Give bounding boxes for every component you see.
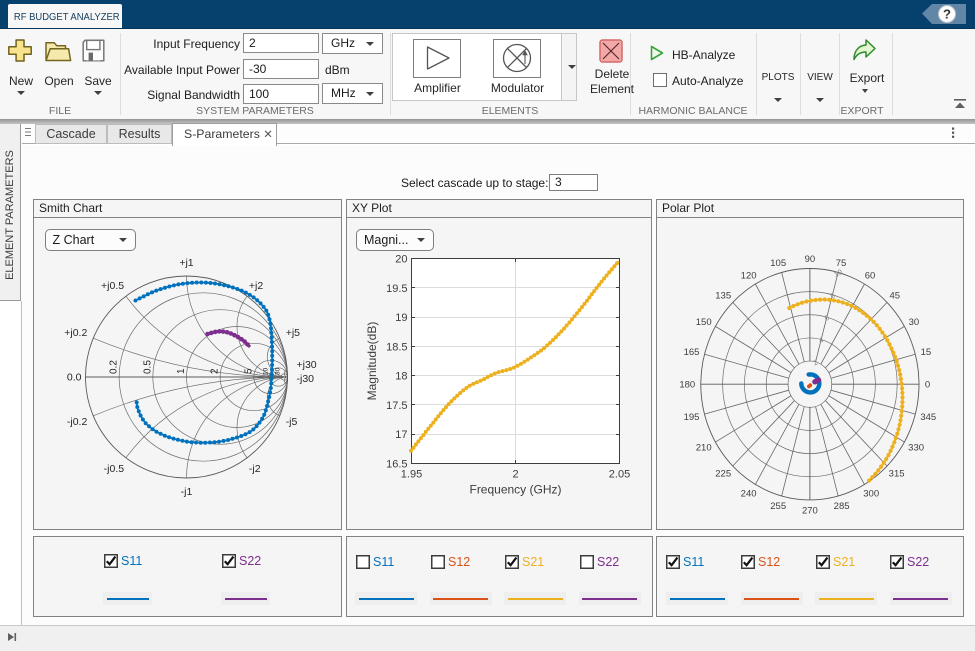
svg-text:-j2: -j2	[249, 463, 261, 475]
svg-text:315: 315	[889, 469, 905, 480]
svg-text:2.05: 2.05	[609, 469, 630, 481]
svg-text:105: 105	[770, 258, 786, 269]
svg-text:345: 345	[920, 412, 936, 423]
svg-text:-j1: -j1	[181, 486, 193, 498]
svg-text:120: 120	[741, 271, 757, 282]
svg-text:45: 45	[890, 291, 901, 302]
svg-text:17: 17	[395, 429, 407, 441]
svg-text:-j0.5: -j0.5	[104, 463, 125, 475]
svg-text:+j2: +j2	[249, 280, 263, 292]
svg-text:60: 60	[865, 271, 876, 282]
svg-text:+j30: +j30	[297, 359, 317, 371]
svg-text:255: 255	[770, 501, 786, 512]
svg-text:1: 1	[176, 368, 187, 374]
svg-text:165: 165	[684, 347, 700, 358]
svg-text:330: 330	[908, 443, 924, 454]
svg-text:210: 210	[696, 443, 712, 454]
svg-text:0.5: 0.5	[142, 360, 153, 374]
svg-text:+j0.5: +j0.5	[101, 280, 124, 292]
svg-text:2: 2	[512, 469, 518, 481]
svg-text:30: 30	[909, 317, 920, 328]
svg-text:0: 0	[925, 380, 930, 391]
svg-text:90: 90	[805, 254, 816, 265]
svg-text:5: 5	[243, 368, 254, 374]
svg-text:240: 240	[741, 489, 757, 500]
svg-text:19: 19	[395, 312, 407, 324]
svg-text:Magnitude(dB): Magnitude(dB)	[365, 322, 379, 401]
svg-text:0.2: 0.2	[109, 360, 120, 374]
svg-text:-j0.2: -j0.2	[67, 416, 88, 428]
svg-text:10: 10	[263, 367, 270, 375]
svg-text:150: 150	[696, 317, 712, 328]
svg-text:180: 180	[679, 380, 695, 391]
svg-text:20: 20	[395, 254, 407, 266]
svg-text:-j30: -j30	[297, 373, 315, 385]
svg-text:+j0.2: +j0.2	[64, 327, 87, 339]
svg-text:18.5: 18.5	[386, 341, 407, 353]
svg-text:135: 135	[715, 291, 731, 302]
svg-text:195: 195	[684, 412, 700, 423]
svg-text:2: 2	[210, 368, 221, 374]
svg-text:19.5: 19.5	[386, 283, 407, 295]
svg-text:285: 285	[834, 501, 850, 512]
svg-text:17.5: 17.5	[386, 400, 407, 412]
svg-text:+j5: +j5	[286, 327, 300, 339]
svg-text:1.95: 1.95	[401, 469, 422, 481]
svg-text:?: ?	[943, 7, 951, 22]
svg-text:18: 18	[395, 371, 407, 383]
svg-text:0.0: 0.0	[67, 372, 82, 384]
svg-text:270: 270	[802, 505, 818, 516]
svg-text:225: 225	[715, 469, 731, 480]
svg-text:Frequency (GHz): Frequency (GHz)	[469, 483, 561, 497]
svg-text:+j1: +j1	[179, 257, 193, 269]
svg-text:-j5: -j5	[286, 416, 298, 428]
svg-text:30: 30	[275, 367, 282, 375]
svg-text:15: 15	[921, 347, 932, 358]
svg-text:300: 300	[863, 489, 879, 500]
